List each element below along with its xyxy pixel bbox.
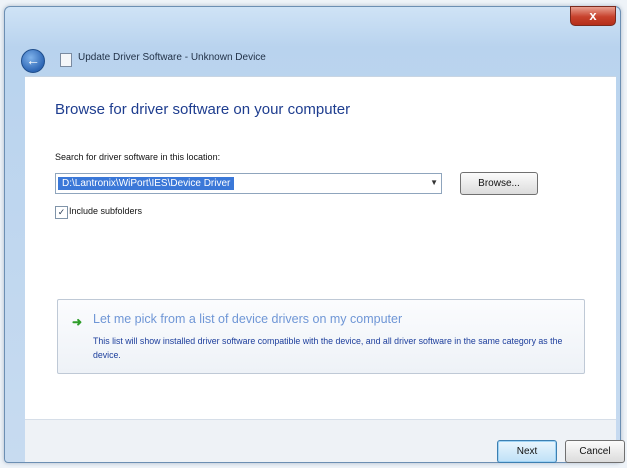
- page-title: Browse for driver software on your compu…: [55, 101, 351, 118]
- wizard-window: x ← Update Driver Software - Unknown Dev…: [4, 6, 625, 463]
- checkmark-icon: ✓: [57, 207, 66, 217]
- cancel-button[interactable]: Cancel: [565, 440, 625, 463]
- pick-from-list-link[interactable]: Let me pick from a list of device driver…: [93, 312, 402, 326]
- next-button[interactable]: Next: [497, 440, 557, 463]
- pick-from-list-description: This list will show installed driver sof…: [93, 336, 563, 360]
- location-combobox[interactable]: D:\Lantronix\WiPort\IES\Device Driver ▼: [55, 173, 442, 194]
- search-location-label: Search for driver software in this locat…: [55, 152, 221, 162]
- location-path-value[interactable]: D:\Lantronix\WiPort\IES\Device Driver: [58, 177, 235, 190]
- back-button[interactable]: ←: [21, 49, 45, 73]
- browse-button[interactable]: Browse...: [460, 172, 538, 195]
- wizard-footer: Next Cancel: [25, 419, 625, 463]
- pick-from-list-option[interactable]: ➜ Let me pick from a list of device driv…: [57, 299, 585, 374]
- title-bar: x ← Update Driver Software - Unknown Dev…: [5, 6, 620, 73]
- include-subfolders-checkbox[interactable]: ✓: [55, 206, 68, 219]
- window-title: Update Driver Software - Unknown Device: [78, 52, 266, 63]
- include-subfolders-label[interactable]: Include subfolders: [69, 206, 142, 216]
- dropdown-arrow-icon[interactable]: ▼: [430, 177, 438, 189]
- close-icon: x: [589, 8, 597, 23]
- close-button[interactable]: x: [570, 6, 616, 26]
- green-arrow-icon: ➜: [72, 315, 83, 329]
- wizard-content: Browse for driver software on your compu…: [25, 76, 616, 419]
- back-arrow-icon: ←: [26, 52, 40, 68]
- wizard-icon: [60, 53, 72, 67]
